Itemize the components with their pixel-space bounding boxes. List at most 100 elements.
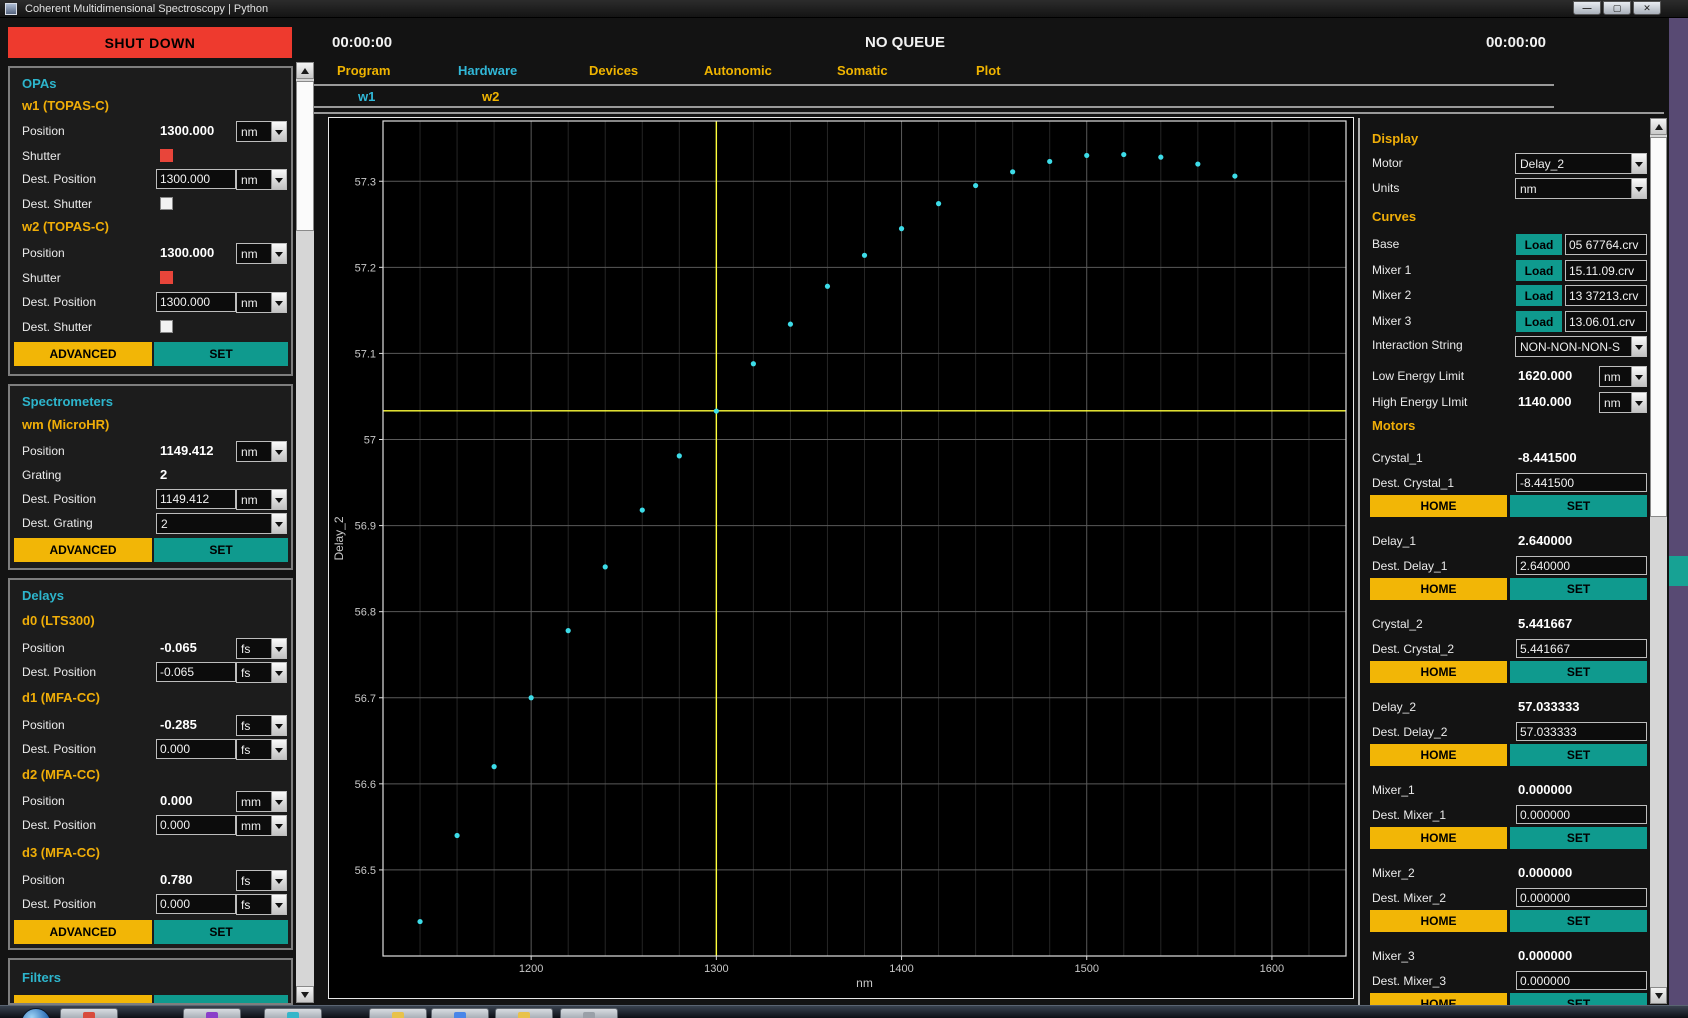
grating-label: Grating — [22, 468, 61, 482]
data-point — [1010, 169, 1015, 174]
home-button[interactable]: HOME — [1370, 495, 1507, 517]
units-dropdown[interactable]: fs — [236, 662, 287, 683]
dest-position-input[interactable] — [156, 169, 236, 189]
home-button[interactable]: HOME — [1370, 661, 1507, 683]
home-button[interactable]: HOME — [1370, 578, 1507, 600]
taskbar-app-button[interactable] — [431, 1008, 489, 1018]
app-icon — [5, 3, 17, 15]
dest-shutter-checkbox[interactable] — [160, 197, 173, 210]
chevron-down-icon — [271, 792, 286, 811]
units-dropdown[interactable]: fs — [236, 739, 287, 760]
tab-program[interactable]: Program — [337, 63, 390, 78]
set-button[interactable] — [154, 995, 288, 1003]
units-dropdown[interactable]: fs — [236, 715, 287, 736]
motor-value: 0.000000 — [1518, 948, 1572, 963]
x-tick-label: 1400 — [889, 963, 913, 975]
set-button[interactable]: SET — [1510, 578, 1647, 600]
tab-autonomic[interactable]: Autonomic — [704, 63, 772, 78]
dest-position-input[interactable] — [156, 292, 236, 312]
set-button[interactable]: SET — [1510, 661, 1647, 683]
home-button[interactable]: HOME — [1370, 827, 1507, 849]
dest-position-input[interactable] — [156, 815, 236, 835]
scroll-down-icon[interactable] — [296, 986, 314, 1003]
advanced-button[interactable]: ADVANCED — [14, 538, 152, 562]
set-button[interactable]: SET — [154, 920, 288, 944]
maximize-button[interactable]: ▢ — [1603, 1, 1631, 15]
motor-dest-input[interactable] — [1516, 805, 1647, 824]
panel-divider — [1358, 118, 1360, 1005]
dest-grating-dropdown[interactable]: 2 — [156, 513, 287, 534]
set-button[interactable]: SET — [154, 342, 288, 366]
advanced-button[interactable] — [14, 995, 152, 1003]
units-dropdown[interactable]: fs — [236, 894, 287, 915]
motor-dest-input[interactable] — [1516, 639, 1647, 658]
motor-dest-input[interactable] — [1516, 473, 1647, 492]
dest-position-input[interactable] — [156, 662, 236, 682]
dest-position-input[interactable] — [156, 894, 236, 914]
shutdown-button[interactable]: SHUT DOWN — [8, 27, 292, 58]
taskbar-app-button[interactable] — [560, 1008, 618, 1018]
motor-dest-label: Dest. Delay_2 — [1372, 725, 1447, 739]
motor-dest-input[interactable] — [1516, 722, 1647, 741]
minimize-button[interactable]: — — [1573, 1, 1601, 15]
taskbar-app-button[interactable] — [495, 1008, 553, 1018]
plot-figure[interactable]: 1200130014001500160056.556.656.756.856.9… — [328, 117, 1354, 999]
home-button[interactable]: HOME — [1370, 910, 1507, 932]
dest-shutter-checkbox[interactable] — [160, 320, 173, 333]
motor-dest-input[interactable] — [1516, 888, 1647, 907]
data-point — [899, 226, 904, 231]
set-button[interactable]: SET — [1510, 495, 1647, 517]
subtab-w1[interactable]: w1 — [358, 89, 375, 104]
desktop-edge — [1669, 18, 1688, 1005]
home-button[interactable]: HOME — [1370, 993, 1507, 1005]
motor-dest-input[interactable] — [1516, 971, 1647, 990]
units-dropdown[interactable]: fs — [236, 870, 287, 891]
advanced-button[interactable]: ADVANCED — [14, 342, 152, 366]
dest-position-input[interactable] — [156, 739, 236, 759]
units-dropdown[interactable]: nm — [236, 243, 287, 264]
dest-grating-value: 2 — [157, 514, 271, 533]
scrollbar-thumb[interactable] — [296, 81, 314, 231]
taskbar-app-button[interactable] — [183, 1008, 241, 1018]
taskbar-app-button[interactable] — [60, 1008, 118, 1018]
units-dropdown[interactable]: fs — [236, 638, 287, 659]
y-tick-label: 57.2 — [355, 262, 376, 274]
advanced-button[interactable]: ADVANCED — [14, 920, 152, 944]
units-dropdown[interactable]: mm — [236, 791, 287, 812]
home-button[interactable]: HOME — [1370, 744, 1507, 766]
tab-somatic[interactable]: Somatic — [837, 63, 888, 78]
right-scrollbar[interactable] — [1650, 118, 1667, 1004]
units-dropdown[interactable]: mm — [236, 815, 287, 836]
dest-position-label: Dest. Position — [22, 897, 96, 911]
close-button[interactable]: ✕ — [1633, 1, 1661, 15]
delay-d1-name: d1 (MFA-CC) — [22, 690, 100, 705]
tab-plot[interactable]: Plot — [976, 63, 1001, 78]
tab-hardware[interactable]: Hardware — [458, 63, 517, 78]
set-button[interactable]: SET — [1510, 827, 1647, 849]
tab-devices[interactable]: Devices — [589, 63, 638, 78]
scroll-up-icon[interactable] — [296, 62, 314, 79]
units-dropdown[interactable]: nm — [236, 169, 287, 190]
units-dropdown[interactable]: nm — [236, 489, 287, 510]
dest-position-input[interactable] — [156, 489, 236, 509]
units-dropdown[interactable]: nm — [236, 121, 287, 142]
set-button[interactable]: SET — [1510, 910, 1647, 932]
motor-dest-label: Dest. Crystal_1 — [1372, 476, 1454, 490]
units-dropdown[interactable]: nm — [236, 292, 287, 313]
set-button[interactable]: SET — [1510, 993, 1647, 1005]
scrollbar-thumb[interactable] — [1650, 137, 1667, 517]
units-dropdown[interactable]: nm — [236, 441, 287, 462]
left-scrollbar[interactable] — [296, 62, 314, 1003]
taskbar-app-button[interactable] — [264, 1008, 322, 1018]
scroll-up-icon[interactable] — [1650, 118, 1667, 135]
motor-dest-label: Dest. Mixer_2 — [1372, 891, 1446, 905]
set-button[interactable]: SET — [154, 538, 288, 562]
motor-group: Crystal_25.441667Dest. Crystal_2HOMESET — [1362, 614, 1648, 697]
taskbar-app-button[interactable] — [369, 1008, 427, 1018]
start-button[interactable] — [21, 1008, 51, 1018]
tuning-curve-plot[interactable]: 1200130014001500160056.556.656.756.856.9… — [329, 118, 1353, 998]
motor-dest-input[interactable] — [1516, 556, 1647, 575]
subtab-w2[interactable]: w2 — [482, 89, 499, 104]
set-button[interactable]: SET — [1510, 744, 1647, 766]
scroll-down-icon[interactable] — [1650, 987, 1667, 1004]
